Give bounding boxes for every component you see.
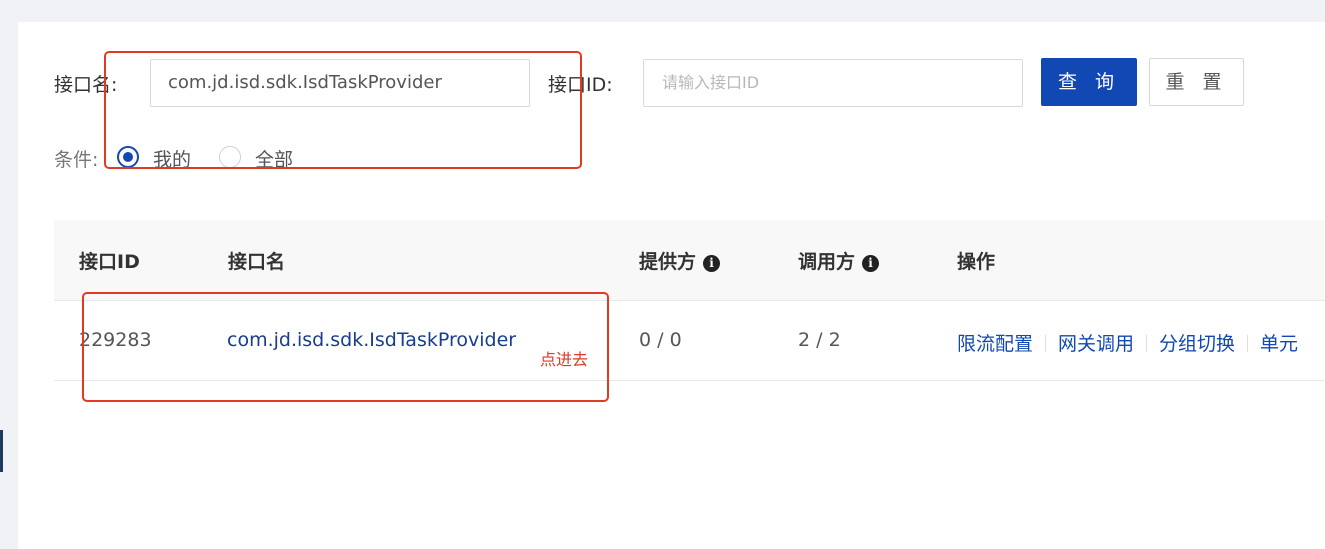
column-header-consumer-label: 调用方: [798, 251, 856, 273]
interface-id-input[interactable]: 请输入接口ID: [643, 59, 1023, 107]
action-divider: [1146, 335, 1148, 352]
condition-label: 条件:: [54, 149, 99, 171]
action-divider: [1045, 335, 1047, 352]
info-icon[interactable]: i: [862, 255, 880, 272]
annotation-box-filter: [104, 51, 582, 169]
column-header-name: 接口名: [228, 251, 286, 273]
column-header-consumer: 调用方 i: [798, 247, 880, 274]
rate-limit-config-link[interactable]: 限流配置: [957, 333, 1033, 355]
column-header-id: 接口ID: [79, 251, 140, 273]
action-divider: [1247, 335, 1249, 352]
column-header-provider: 提供方 i: [639, 247, 721, 274]
sidebar-active-marker: [0, 430, 3, 472]
column-header-provider-label: 提供方: [639, 251, 697, 273]
cell-consumer: 2 / 2: [798, 329, 841, 351]
reset-button[interactable]: 重 置: [1149, 58, 1244, 106]
group-switch-link[interactable]: 分组切换: [1159, 333, 1235, 355]
annotation-box-row: [82, 292, 609, 402]
row-actions: 限流配置 网关调用 分组切换 单元: [957, 329, 1298, 356]
column-header-actions: 操作: [957, 251, 996, 273]
gateway-call-link[interactable]: 网关调用: [1058, 333, 1134, 355]
info-icon[interactable]: i: [703, 255, 721, 272]
cell-provider: 0 / 0: [639, 329, 682, 351]
unit-link[interactable]: 单元: [1260, 333, 1298, 355]
query-button[interactable]: 查 询: [1041, 58, 1137, 106]
annotation-text: 点进去: [540, 350, 589, 369]
